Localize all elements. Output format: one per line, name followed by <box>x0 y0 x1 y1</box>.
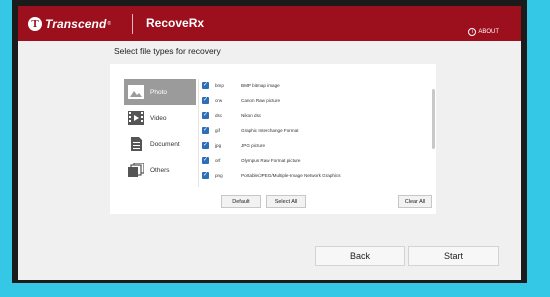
file-extension: orf <box>215 157 221 163</box>
select-all-button[interactable]: Select All <box>266 195 306 208</box>
file-description: Nikon dsc <box>241 112 262 118</box>
file-description: Graphic Interchange Format <box>241 127 299 133</box>
file-type-row: ✓ crw Canon Raw picture <box>199 94 411 106</box>
app-window: T Transcend ® RecoveRx i ABOUT Select fi… <box>18 6 521 280</box>
file-extension: jpg <box>215 142 222 148</box>
file-description: BMP bitmap image <box>241 82 280 88</box>
registered-mark: ® <box>107 21 112 27</box>
file-type-panel: Photo Video Document Others ✓ bmp BMP bi… <box>110 64 436 214</box>
checkbox-checked[interactable]: ✓ <box>202 126 209 134</box>
about-label: ABOUT <box>478 29 499 35</box>
file-type-row: ✓ jpg JPG picture <box>199 139 411 151</box>
transcend-logo: T Transcend ® <box>28 15 111 33</box>
category-item-photo[interactable]: Photo <box>124 79 196 105</box>
transcend-logo-icon: T <box>28 17 42 31</box>
checkbox-checked[interactable]: ✓ <box>202 141 209 149</box>
category-item-document[interactable]: Document <box>124 131 196 157</box>
file-type-row: ✓ png Portable/JPEG/Multiple-Image Netwo… <box>199 169 411 181</box>
file-extension: crw <box>215 97 223 103</box>
category-label: Document <box>150 140 180 148</box>
brand-name: Transcend <box>45 17 107 31</box>
category-item-video[interactable]: Video <box>124 105 196 131</box>
clear-all-button[interactable]: Clear All <box>398 195 432 208</box>
checkbox-checked[interactable]: ✓ <box>202 156 209 164</box>
file-extension: gif <box>215 127 220 133</box>
title-bar: T Transcend ® RecoveRx i ABOUT <box>18 6 521 41</box>
checkbox-checked[interactable]: ✓ <box>202 81 209 89</box>
file-extension: dsc <box>215 112 223 118</box>
title-divider <box>132 14 133 34</box>
file-description: JPG picture <box>241 142 265 148</box>
checkbox-checked[interactable]: ✓ <box>202 96 209 104</box>
others-icon <box>128 163 144 177</box>
category-label: Others <box>150 166 170 174</box>
back-button[interactable]: Back <box>315 246 405 266</box>
category-list: Photo Video Document Others <box>124 79 196 187</box>
default-button[interactable]: Default <box>221 195 261 208</box>
file-type-row: ✓ gif Graphic Interchange Format <box>199 124 411 136</box>
file-type-list: ✓ bmp BMP bitmap image ✓ crw Canon Raw p… <box>198 79 419 187</box>
photo-icon <box>128 85 144 99</box>
app-name: RecoveRx <box>146 16 205 30</box>
file-description: Olympus Raw Format picture <box>241 157 301 163</box>
file-description: Portable/JPEG/Multiple-Image Network Gra… <box>241 172 341 178</box>
info-icon: i <box>468 28 477 36</box>
category-label: Video <box>150 114 167 122</box>
file-type-row: ✓ bmp BMP bitmap image <box>199 79 411 91</box>
file-extension: bmp <box>215 82 224 88</box>
about-button[interactable]: i ABOUT <box>468 28 499 36</box>
file-extension: png <box>215 172 223 178</box>
video-icon <box>128 111 144 125</box>
file-list-scrollbar[interactable] <box>432 89 435 149</box>
page-heading: Select file types for recovery <box>114 46 221 56</box>
file-type-row: ✓ orf Olympus Raw Format picture <box>199 154 411 166</box>
file-description: Canon Raw picture <box>241 97 281 103</box>
checkbox-checked[interactable]: ✓ <box>202 171 209 179</box>
file-type-row: ✓ dsc Nikon dsc <box>199 109 411 121</box>
checkbox-checked[interactable]: ✓ <box>202 111 209 119</box>
category-label: Photo <box>150 88 167 96</box>
start-button[interactable]: Start <box>408 246 499 266</box>
document-icon <box>131 137 142 151</box>
category-item-others[interactable]: Others <box>124 157 196 183</box>
